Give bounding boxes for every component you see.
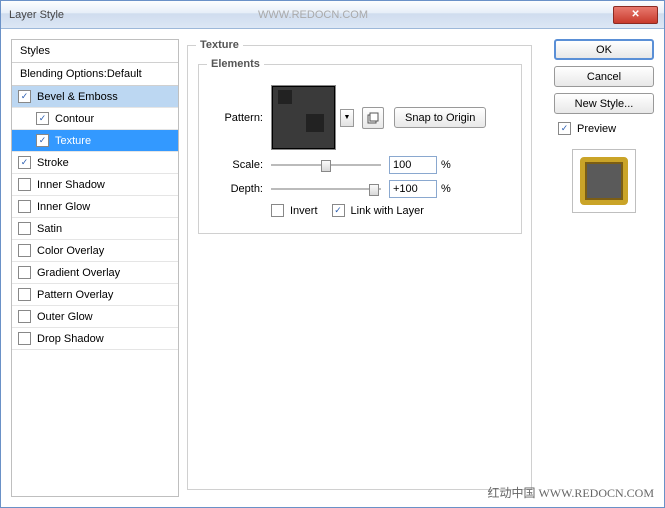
style-label: Outer Glow xyxy=(37,311,93,323)
depth-slider[interactable] xyxy=(271,182,381,196)
style-item-bevel-emboss[interactable]: ✓ Bevel & Emboss xyxy=(12,86,178,108)
invert-checkbox[interactable] xyxy=(271,204,284,217)
style-item-inner-glow[interactable]: Inner Glow xyxy=(12,196,178,218)
link-with-layer-checkbox[interactable]: ✓ xyxy=(332,204,345,217)
style-checkbox[interactable] xyxy=(18,332,31,345)
scale-input[interactable] xyxy=(389,156,437,174)
depth-label: Depth: xyxy=(209,183,263,195)
pattern-dropdown[interactable]: ▼ xyxy=(340,109,354,127)
style-item-color-overlay[interactable]: Color Overlay xyxy=(12,240,178,262)
style-label: Bevel & Emboss xyxy=(37,91,118,103)
style-checkbox[interactable] xyxy=(18,200,31,213)
scale-label: Scale: xyxy=(209,159,263,171)
blending-options[interactable]: Blending Options:Default xyxy=(12,63,178,86)
scale-slider[interactable] xyxy=(271,158,381,172)
style-checkbox[interactable] xyxy=(18,178,31,191)
style-item-satin[interactable]: Satin xyxy=(12,218,178,240)
scale-unit: % xyxy=(441,159,451,171)
preview-label: Preview xyxy=(577,123,616,135)
style-label: Stroke xyxy=(37,157,69,169)
new-preset-button[interactable] xyxy=(362,107,384,129)
new-style-button[interactable]: New Style... xyxy=(554,93,654,114)
style-item-stroke[interactable]: ✓ Stroke xyxy=(12,152,178,174)
style-item-texture[interactable]: ✓ Texture xyxy=(12,130,178,152)
style-item-drop-shadow[interactable]: Drop Shadow xyxy=(12,328,178,350)
close-button[interactable]: ✕ xyxy=(613,6,658,24)
style-label: Color Overlay xyxy=(37,245,104,257)
cancel-button[interactable]: Cancel xyxy=(554,66,654,87)
link-with-layer-label: Link with Layer xyxy=(351,205,424,217)
pattern-label: Pattern: xyxy=(209,112,263,124)
footer-watermark: 红动中国 WWW.REDOCN.COM xyxy=(487,484,654,501)
preview-thumbnail xyxy=(572,149,636,213)
style-checkbox[interactable]: ✓ xyxy=(18,156,31,169)
right-buttons: OK Cancel New Style... ✓ Preview xyxy=(554,39,654,497)
style-label: Texture xyxy=(55,135,91,147)
style-item-gradient-overlay[interactable]: Gradient Overlay xyxy=(12,262,178,284)
style-label: Contour xyxy=(55,113,94,125)
style-label: Satin xyxy=(37,223,62,235)
style-checkbox[interactable]: ✓ xyxy=(18,90,31,103)
style-checkbox[interactable]: ✓ xyxy=(36,134,49,147)
pattern-swatch[interactable] xyxy=(271,85,336,150)
style-label: Inner Shadow xyxy=(37,179,105,191)
style-label: Drop Shadow xyxy=(37,333,104,345)
texture-title: Texture xyxy=(196,39,243,51)
style-checkbox[interactable] xyxy=(18,222,31,235)
style-label: Pattern Overlay xyxy=(37,289,113,301)
elements-title: Elements xyxy=(207,58,264,70)
invert-label: Invert xyxy=(290,205,318,217)
preview-checkbox[interactable]: ✓ xyxy=(558,122,571,135)
depth-input[interactable] xyxy=(389,180,437,198)
titlebar: Layer Style WWW.REDOCN.COM ✕ xyxy=(1,1,664,29)
style-checkbox[interactable] xyxy=(18,288,31,301)
watermark-text: WWW.REDOCN.COM xyxy=(258,9,368,21)
styles-header[interactable]: Styles xyxy=(12,40,178,63)
style-label: Gradient Overlay xyxy=(37,267,120,279)
style-checkbox[interactable] xyxy=(18,310,31,323)
snap-to-origin-button[interactable]: Snap to Origin xyxy=(394,107,486,128)
style-label: Inner Glow xyxy=(37,201,90,213)
layer-style-dialog: Layer Style WWW.REDOCN.COM ✕ Styles Blen… xyxy=(0,0,665,508)
texture-group: Texture Elements Pattern: ▼ Snap to Orig… xyxy=(187,45,532,490)
style-item-contour[interactable]: ✓ Contour xyxy=(12,108,178,130)
styles-list: Styles Blending Options:Default ✓ Bevel &… xyxy=(11,39,179,497)
style-checkbox[interactable] xyxy=(18,244,31,257)
style-item-inner-shadow[interactable]: Inner Shadow xyxy=(12,174,178,196)
style-checkbox[interactable] xyxy=(18,266,31,279)
settings-panel: Texture Elements Pattern: ▼ Snap to Orig… xyxy=(187,39,546,497)
style-checkbox[interactable]: ✓ xyxy=(36,112,49,125)
style-item-pattern-overlay[interactable]: Pattern Overlay xyxy=(12,284,178,306)
style-item-outer-glow[interactable]: Outer Glow xyxy=(12,306,178,328)
ok-button[interactable]: OK xyxy=(554,39,654,60)
elements-group: Elements Pattern: ▼ Snap to Origin xyxy=(198,64,522,234)
window-title: Layer Style xyxy=(9,9,254,21)
depth-unit: % xyxy=(441,183,451,195)
